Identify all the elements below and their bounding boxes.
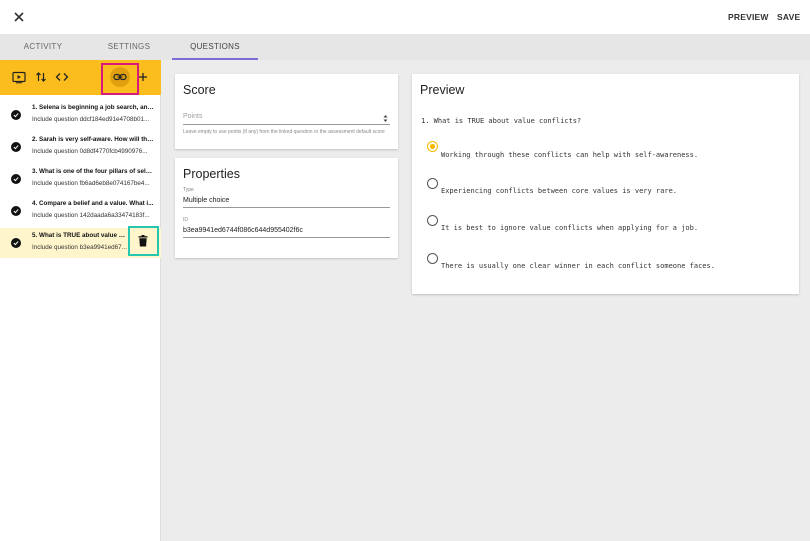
check-circle-icon — [11, 142, 21, 152]
check-circle-icon — [11, 238, 21, 248]
check-circle-icon — [11, 110, 21, 120]
question-subtitle: Include question fb6ad6eb8e074167be4... — [32, 180, 150, 187]
option-radio[interactable] — [427, 215, 438, 226]
option-text: There is usually one clear winner in eac… — [441, 262, 715, 270]
check-circle-icon — [11, 174, 21, 184]
option-text: Experiencing conflicts between core valu… — [441, 187, 678, 195]
option-radio[interactable] — [427, 141, 438, 152]
option-text: Working through these conflicts can help… — [441, 151, 699, 159]
question-subtitle: Include question b3ea9941ed67... — [32, 244, 127, 251]
points-input[interactable]: Points — [183, 113, 390, 125]
properties-title: Properties — [183, 167, 240, 181]
tab-bar: ACTIVITY SETTINGS QUESTIONS — [0, 34, 810, 60]
question-title: 5. What is TRUE about value con... — [32, 232, 128, 239]
preview-button[interactable]: PREVIEW — [728, 12, 769, 22]
type-value: Multiple choice — [183, 197, 390, 208]
top-bar: PREVIEW SAVE — [0, 0, 810, 34]
question-title: 3. What is one of the four pillars of se… — [32, 168, 154, 175]
question-subtitle: Include question 142daada6a33474183f... — [32, 212, 150, 219]
trash-icon — [138, 235, 148, 247]
delete-button[interactable] — [128, 226, 159, 256]
code-icon[interactable] — [55, 70, 69, 84]
option-radio[interactable] — [427, 178, 438, 189]
question-title: 4. Compare a belief and a value. What i.… — [32, 200, 154, 207]
option-text: It is best to ignore value conflicts whe… — [441, 224, 699, 232]
active-tab-indicator — [172, 58, 258, 60]
score-card: Score Points Leave empty to use points (… — [175, 74, 398, 149]
add-icon[interactable] — [136, 70, 150, 84]
question-title: 2. Sarah is very self-aware. How will th… — [32, 136, 154, 143]
tab-activity[interactable]: ACTIVITY — [8, 34, 78, 60]
preview-card: Preview 1. What is TRUE about value conf… — [412, 74, 799, 294]
link-icon — [113, 73, 127, 81]
close-icon[interactable] — [11, 9, 27, 25]
question-list-item[interactable]: 3. What is one of the four pillars of se… — [0, 164, 161, 196]
preview-question: 1. What is TRUE about value conflicts? — [421, 117, 582, 125]
save-button[interactable]: SAVE — [777, 12, 800, 22]
tab-questions[interactable]: QUESTIONS — [172, 34, 258, 60]
type-label: Type — [183, 187, 194, 193]
preview-title: Preview — [420, 83, 465, 97]
question-subtitle: Include question 0d8df4770fcb4990976... — [32, 148, 148, 155]
tab-settings[interactable]: SETTINGS — [94, 34, 164, 60]
points-help-text: Leave empty to use points (if any) from … — [183, 129, 385, 135]
question-sidebar: 1. Selena is beginning a job search, and… — [0, 60, 161, 541]
question-title: 1. Selena is beginning a job search, and… — [32, 104, 154, 111]
question-list-item[interactable]: 1. Selena is beginning a job search, and… — [0, 100, 161, 132]
score-title: Score — [183, 83, 216, 97]
question-list-item[interactable]: 2. Sarah is very self-aware. How will th… — [0, 132, 161, 164]
play-icon[interactable] — [12, 70, 26, 84]
question-subtitle: Include question ddcf184ed91e4708b01... — [32, 116, 150, 123]
link-button[interactable] — [110, 67, 130, 87]
reorder-icon[interactable] — [34, 70, 48, 84]
question-list-item[interactable]: 4. Compare a belief and a value. What i.… — [0, 196, 161, 228]
check-circle-icon — [11, 206, 21, 216]
points-placeholder: Points — [183, 113, 203, 120]
id-label: ID — [183, 217, 188, 223]
option-radio[interactable] — [427, 253, 438, 264]
question-toolbar — [0, 60, 161, 95]
properties-card: Properties Type Multiple choice ID b3ea9… — [175, 158, 398, 258]
stepper-icon[interactable] — [383, 114, 388, 123]
id-value: b3ea9941ed6744f086c644d955402f6c — [183, 227, 390, 238]
